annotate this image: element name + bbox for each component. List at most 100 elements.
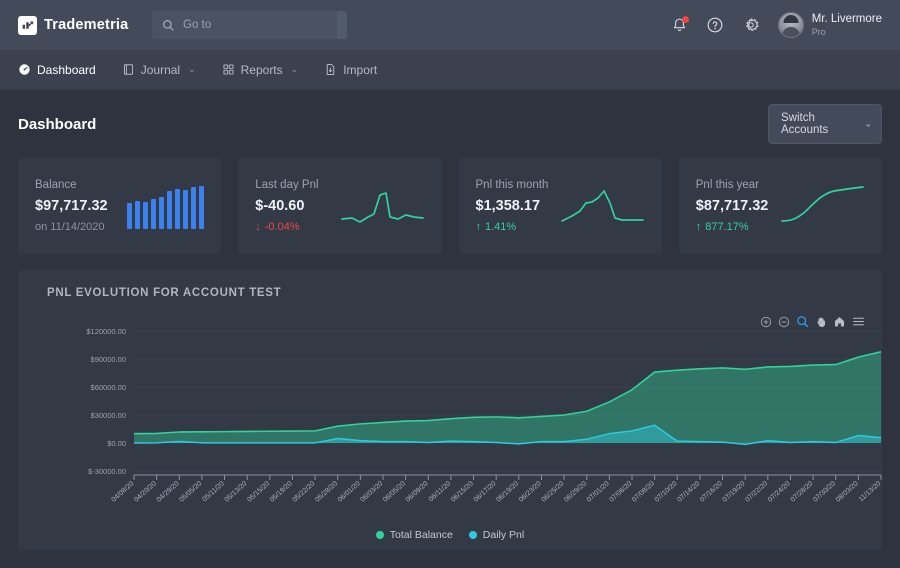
legend-item-daily-pnl[interactable]: Daily Pnl [469,529,524,541]
x-axis-tick-label: 05/22/20 [291,480,316,504]
card-label: Balance [35,179,108,191]
arrow-down-icon: ↓ [255,221,261,233]
nav-item-reports[interactable]: Reports ⌄ [222,50,299,90]
card-subtext: on 11/14/2020 [35,221,108,233]
card-delta: ↑ 1.41% [476,221,549,233]
balance-bar [151,199,156,229]
arrow-up-icon: ↑ [696,221,702,233]
main-navigation: Dashboard Journal ⌄ Reports ⌄ Import [0,50,900,90]
top-header-bar: Trademetria Go Mr. Livermore Pro [0,0,900,50]
x-axis-tick-label: 06/23/20 [518,480,543,504]
x-axis-tick-label: 07/24/20 [767,480,792,504]
notification-badge [682,16,689,23]
avatar [778,12,804,38]
balance-bar [159,197,164,229]
nav-label: Dashboard [37,63,96,77]
x-axis-tick-label: 06/11/20 [428,480,453,503]
x-axis-tick-label: 07/22/20 [744,480,769,504]
question-circle-icon [706,16,724,34]
lastday-line-sparkline [340,181,425,231]
card-delta-value: 1.41% [485,221,516,233]
card-value: $87,717.32 [696,198,769,214]
nav-item-dashboard[interactable]: Dashboard [18,50,96,90]
y-axis-tick-label: $90000.00 [91,355,126,364]
x-axis-tick-label: 04/29/20 [156,480,181,504]
balance-bar [167,191,172,229]
x-axis-tick-label: 11/13/20 [858,480,883,503]
x-axis-tick-label: 07/19/20 [722,480,747,504]
search-input[interactable] [183,11,337,39]
y-axis-tick-label: $120000.00 [86,327,126,336]
year-line-sparkline [780,181,865,231]
file-import-icon [324,63,337,76]
balance-bar [191,187,196,229]
search-icon [152,19,183,32]
legend-color-swatch [376,531,384,539]
nav-label: Journal [141,63,180,77]
balance-bar [143,202,148,229]
user-menu[interactable]: Mr. Livermore Pro [778,12,882,38]
x-axis-tick-label: 05/15/20 [246,480,271,504]
help-button[interactable] [706,16,724,34]
arrow-up-icon: ↑ [476,221,482,233]
balance-bar [135,201,140,229]
x-axis-tick-label: 07/01/20 [586,480,611,504]
x-axis-tick-label: 05/13/20 [224,480,249,504]
switch-accounts-dropdown[interactable]: Switch Accounts [768,104,882,144]
card-delta: ↓ -0.04% [255,221,318,233]
card-delta-value: -0.04% [265,221,300,233]
x-axis-tick-label: 06/29/20 [563,480,588,504]
panel-title: PNL EVOLUTION FOR ACCOUNT TEST [47,287,867,299]
x-axis-tick-label: 06/03/20 [359,480,384,504]
page-content: Dashboard Switch Accounts ⌄ Balance $97,… [0,90,900,550]
legend-label: Total Balance [390,529,453,541]
legend-label: Daily Pnl [483,529,524,541]
balance-bar [199,186,204,229]
nav-item-import[interactable]: Import [324,50,377,90]
notifications-button[interactable] [671,17,688,34]
card-value: $-40.60 [255,198,318,214]
x-axis-tick-label: 08/03/20 [835,480,860,504]
x-axis-tick-label: 07/30/20 [812,480,837,504]
total-balance-area [134,352,881,443]
chevron-down-icon: ⌄ [188,64,196,75]
go-button[interactable]: Go [337,11,347,39]
y-axis-tick-label: $60000.00 [91,383,126,392]
page-header: Dashboard Switch Accounts ⌄ [18,104,882,144]
pnl-evolution-panel: PNL EVOLUTION FOR ACCOUNT TEST $ [18,270,882,550]
month-line-sparkline [560,181,645,231]
balance-bar [183,190,188,229]
x-axis-tick-label: 06/19/20 [495,480,520,504]
balance-bar [127,203,132,229]
user-plan: Pro [812,27,882,38]
y-axis-tick-label: $30000.00 [91,411,126,420]
nav-label: Import [343,63,377,77]
user-name: Mr. Livermore [812,12,882,26]
x-axis-tick-label: 07/16/20 [699,480,724,504]
brand-logo[interactable]: Trademetria [18,16,132,35]
grid-icon [222,63,235,76]
card-value: $97,717.32 [35,198,108,214]
x-axis-tick-label: 06/25/20 [540,480,565,504]
stat-card-last-day-pnl: Last day Pnl $-40.60 ↓ -0.04% [238,158,441,254]
card-label: Last day Pnl [255,179,318,191]
card-label: Pnl this year [696,179,769,191]
legend-item-total-balance[interactable]: Total Balance [376,529,453,541]
card-delta: ↑ 877.17% [696,221,769,233]
x-axis-tick-label: 07/10/20 [654,480,679,504]
brand-name: Trademetria [44,17,128,33]
x-axis-tick-label: 07/08/20 [631,480,656,504]
page-title: Dashboard [18,116,96,133]
balance-bar [175,189,180,229]
balance-bar-sparkline [127,183,204,229]
x-axis-tick-label: 05/11/20 [201,480,226,503]
search-box[interactable]: Go [152,11,347,39]
settings-button[interactable] [742,16,760,34]
x-axis-tick-label: 05/19/20 [269,480,294,504]
nav-item-journal[interactable]: Journal ⌄ [122,50,196,90]
pnl-chart[interactable]: $120000.00$90000.00$60000.00$30000.00$0.… [19,323,881,545]
stat-card-pnl-this-year: Pnl this year $87,717.32 ↑ 877.17% [679,158,882,254]
card-label: Pnl this month [476,179,549,191]
stat-cards: Balance $97,717.32 on 11/14/2020 Last da… [18,158,882,254]
x-axis-tick-label: 04/08/20 [110,480,135,504]
